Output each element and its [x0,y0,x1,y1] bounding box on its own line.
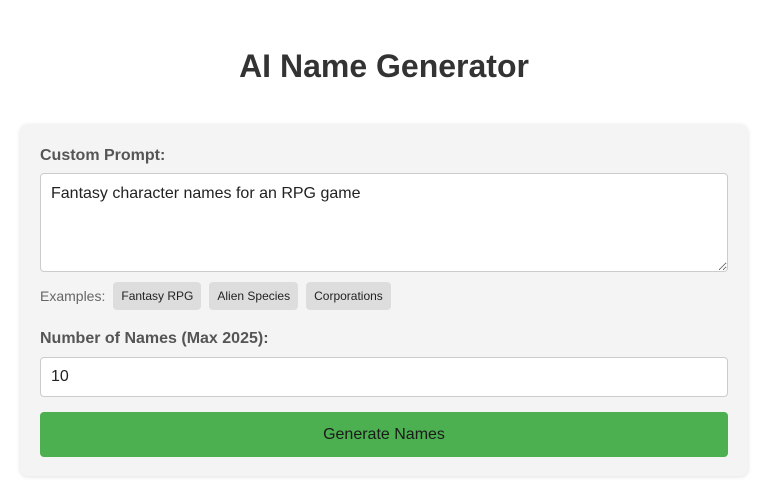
examples-label: Examples: [40,288,106,304]
examples-row: Examples: Fantasy RPG Alien Species Corp… [40,282,391,310]
example-chip-corporations[interactable]: Corporations [306,282,391,310]
example-chip-alien-species[interactable]: Alien Species [209,282,299,310]
number-of-names-input[interactable] [40,357,728,397]
custom-prompt-label: Custom Prompt: [40,147,166,164]
page: AI Name Generator Custom Prompt: Fantasy… [0,0,768,480]
generator-card: Custom Prompt: Fantasy character names f… [20,124,748,476]
number-of-names-label: Number of Names (Max 2025): [40,330,269,347]
example-chip-fantasy-rpg[interactable]: Fantasy RPG [113,282,202,310]
custom-prompt-textarea[interactable]: Fantasy character names for an RPG game [40,173,728,272]
page-title: AI Name Generator [239,48,529,84]
generate-names-button[interactable]: Generate Names [40,412,728,457]
